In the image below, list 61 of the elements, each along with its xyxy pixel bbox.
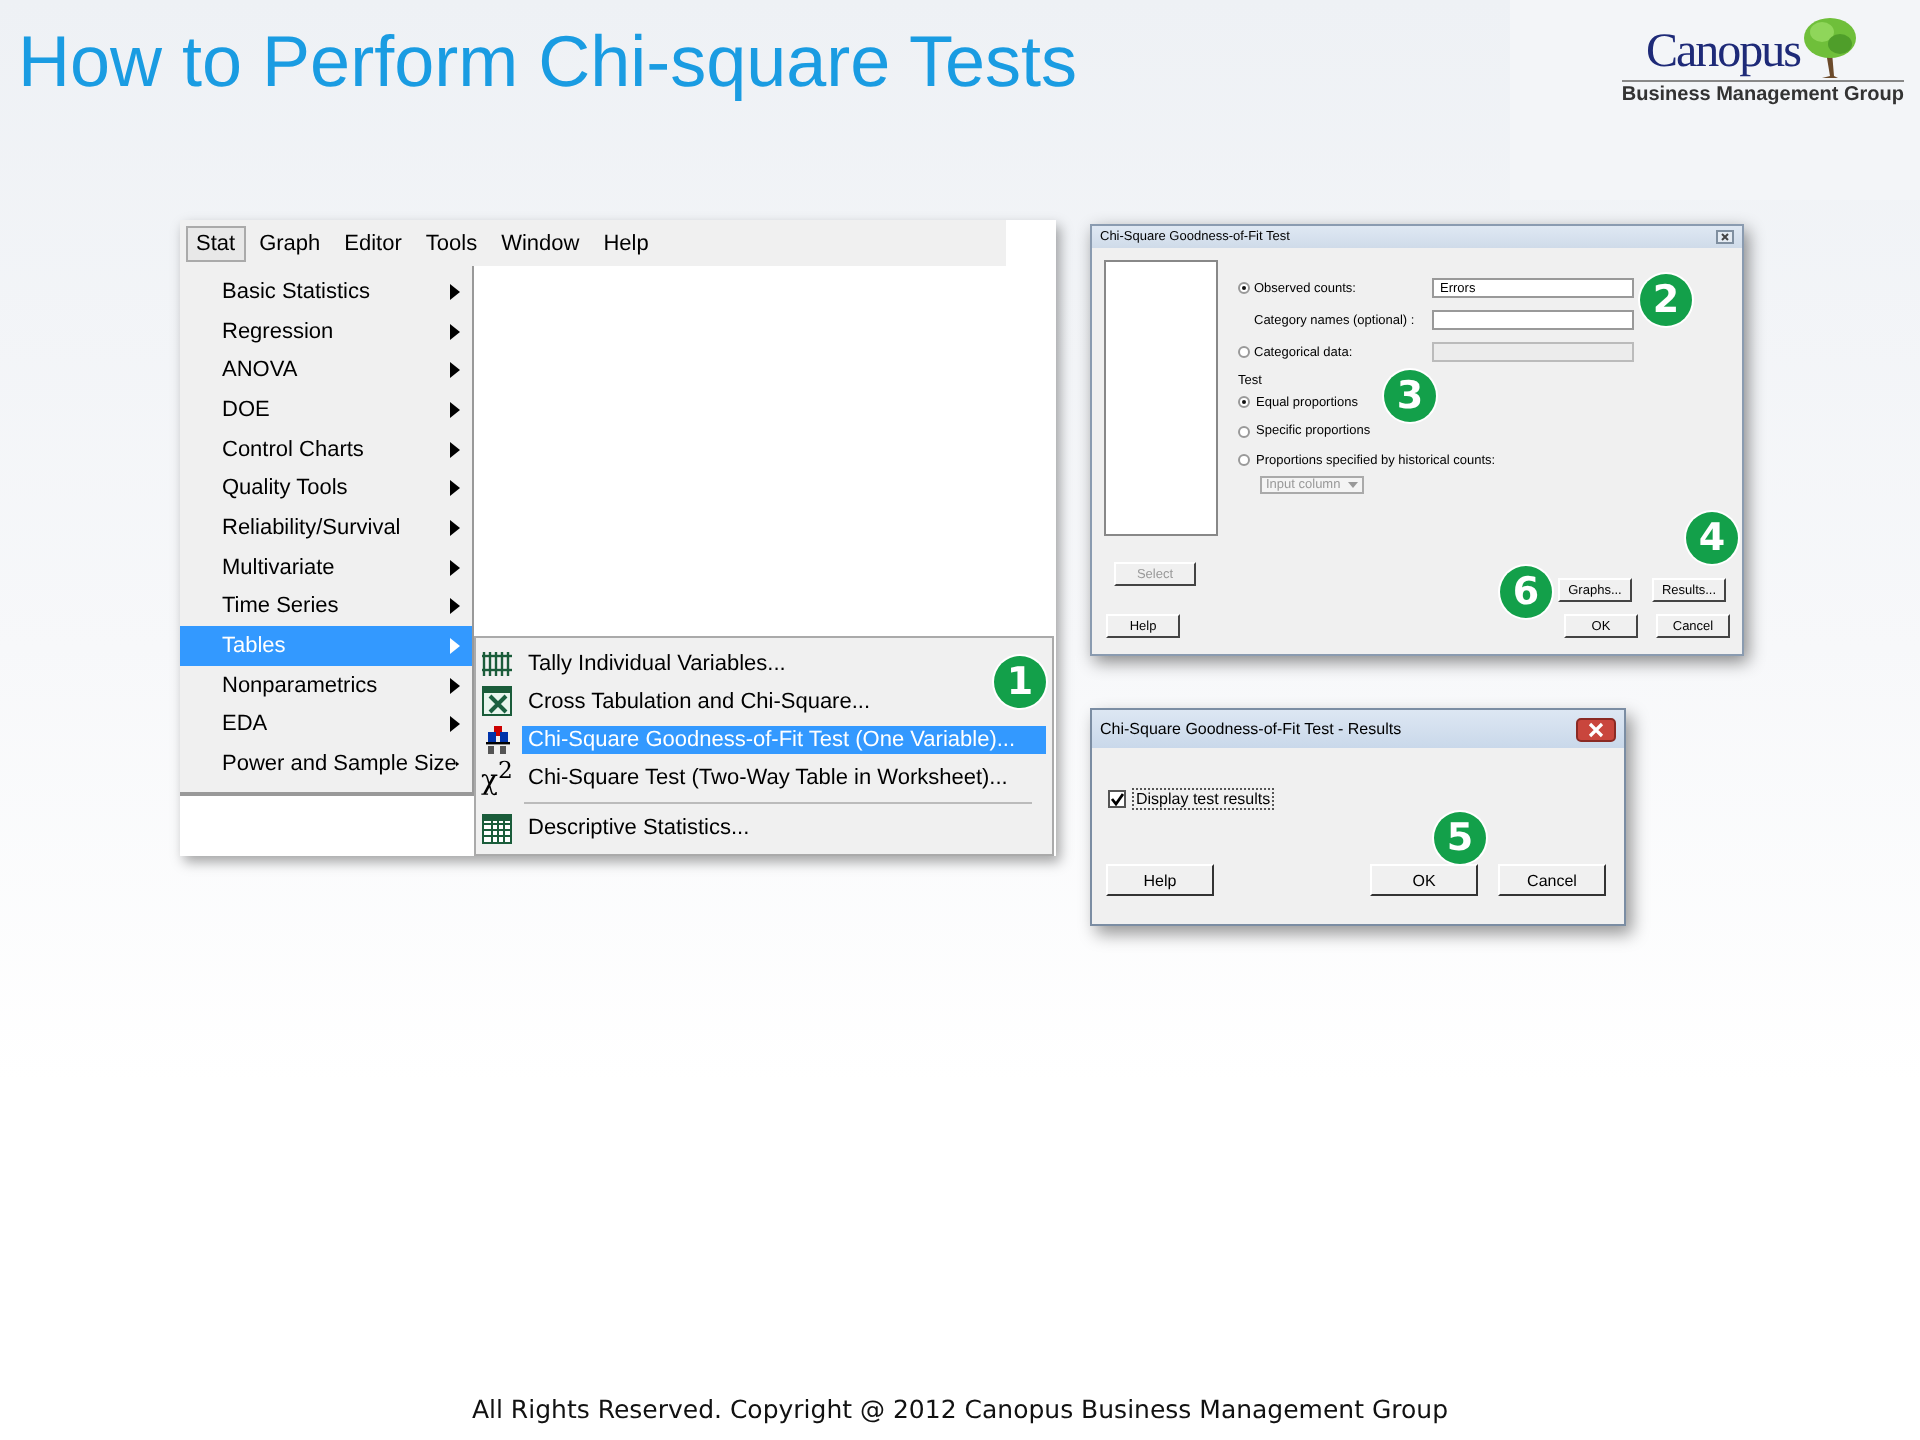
input-field[interactable] (1432, 310, 1634, 330)
menu-bar-item[interactable]: Help (593, 225, 659, 261)
submenu-arrow-icon (450, 677, 460, 694)
variable-list[interactable] (1104, 260, 1218, 536)
close-icon (1716, 230, 1734, 244)
submenu-arrow-icon (450, 362, 460, 379)
menu-bar-item[interactable]: Window (491, 225, 590, 261)
dialog-button[interactable]: Cancel (1498, 864, 1606, 896)
menu-bar-item[interactable]: Stat (186, 225, 246, 261)
menu-item[interactable]: Nonparametrics (180, 665, 472, 706)
menu-bar-item[interactable]: Tools (415, 225, 488, 261)
submenu-arrow-icon (450, 519, 460, 536)
submenu-item[interactable]: Chi-Square Test (Two-Way Table in Worksheet)... (522, 763, 1014, 791)
menu-item[interactable]: Quality Tools (180, 468, 472, 509)
menu-item[interactable]: DOE (180, 390, 472, 430)
caret-icon (1348, 481, 1358, 487)
menu-item[interactable]: Control Charts (180, 429, 472, 469)
menu-item[interactable]: Time Series (180, 587, 472, 627)
close-icon (1576, 717, 1616, 741)
checkbox[interactable] (1108, 790, 1126, 808)
table-icon (482, 686, 512, 716)
radio-button[interactable] (1238, 346, 1250, 358)
submenu-arrow-icon (450, 283, 460, 300)
tally-icon (482, 649, 512, 677)
dialog-button[interactable]: OK (1370, 864, 1478, 896)
chi-square-glyph: χ$^{2}$ (481, 756, 513, 798)
dialog-title: Chi-Square Goodness-of-Fit Test - Results (1100, 720, 1402, 738)
menu-item[interactable]: Multivariate (180, 547, 472, 587)
submenu-arrow-icon (450, 638, 460, 655)
checkbox-label: Display test results (1132, 788, 1275, 810)
submenu-arrow-icon (450, 559, 460, 576)
slide-title: How to Perform Chi-square Tests (16, 18, 1078, 104)
menu-item[interactable]: ANOVA (180, 350, 472, 391)
menu-item[interactable]: Regression (180, 311, 472, 351)
logo-tagline: Business Management Group (1621, 80, 1904, 106)
submenu-arrow-icon (450, 598, 460, 615)
submenu-item[interactable]: Descriptive Statistics... (522, 814, 756, 843)
submenu-arrow-icon (450, 323, 460, 340)
menu-item[interactable]: EDA (180, 705, 472, 745)
radio-button[interactable] (1238, 396, 1250, 409)
tree-icon (1800, 16, 1860, 80)
radio-button[interactable] (1238, 282, 1250, 294)
submenu-item[interactable]: Tally Individual Variables... (522, 649, 792, 677)
menu-bar-item[interactable]: Graph (249, 225, 331, 261)
menu-item[interactable]: Power and Sample Size (180, 744, 472, 784)
submenu-arrow-icon (450, 401, 460, 418)
menu-item[interactable]: Reliability/Survival (180, 508, 472, 548)
logo-name: Canopus (1646, 26, 1800, 80)
submenu-item[interactable]: Cross Tabulation and Chi-Square... (522, 687, 877, 715)
submenu-arrow-icon (450, 441, 460, 458)
dialog-button[interactable]: Help (1106, 864, 1214, 896)
radio-button[interactable] (1238, 425, 1250, 438)
grid-icon (482, 813, 512, 844)
menu-bar-item[interactable]: Editor (334, 225, 412, 261)
copyright-footer: All Rights Reserved. Copyright @ 2012 Canopus Business Management Group (471, 1394, 1449, 1424)
submenu-arrow-icon (450, 480, 460, 497)
check-icon (1110, 792, 1124, 806)
submenu-arrow-icon (450, 716, 460, 733)
radio-button[interactable] (1238, 454, 1250, 467)
menu-item[interactable]: Basic Statistics (180, 272, 472, 312)
bar-chart-icon (483, 723, 511, 755)
